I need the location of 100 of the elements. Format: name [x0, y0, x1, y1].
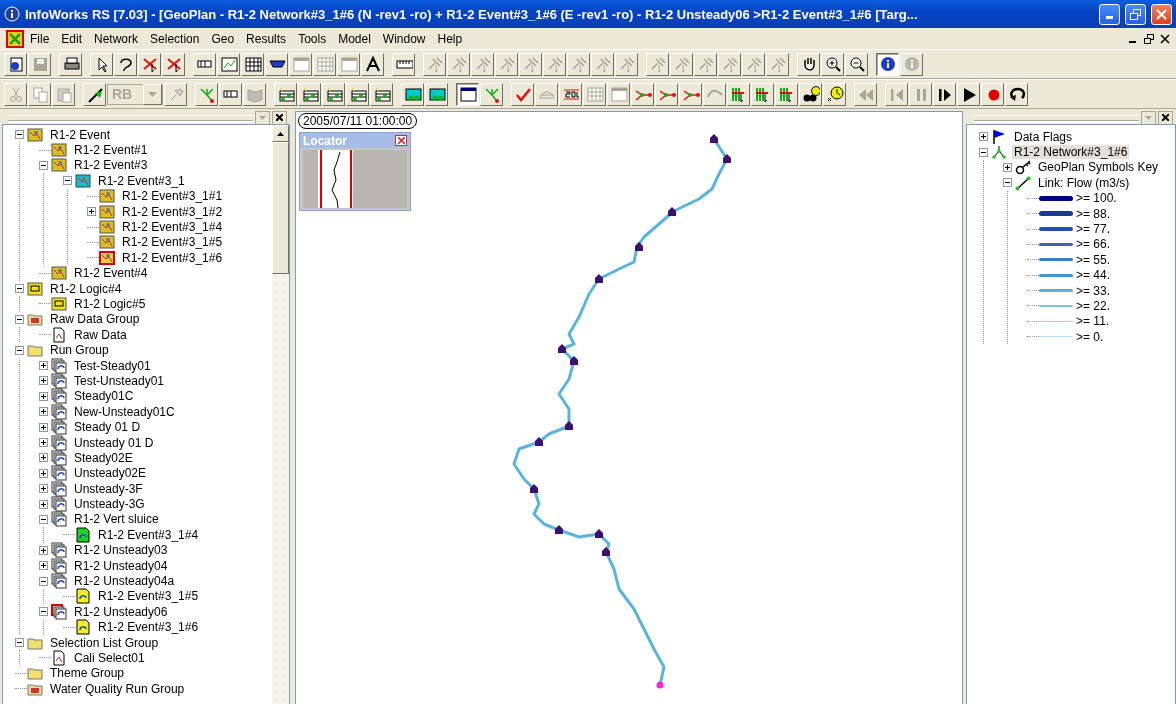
legend-item[interactable]: >= 88.: [1074, 206, 1113, 221]
collapse-icon[interactable]: [979, 147, 988, 157]
expand-icon[interactable]: [1003, 162, 1012, 172]
tree-item[interactable]: R1-2 Logic#4: [48, 281, 124, 296]
menu-item[interactable]: Tools: [292, 31, 333, 47]
tree-item[interactable]: Raw Data Group: [48, 312, 142, 327]
toolbar-button[interactable]: [876, 52, 899, 76]
tree-item[interactable]: Steady 01 D: [72, 420, 143, 435]
expand-icon[interactable]: [39, 422, 48, 432]
node-icon[interactable]: [565, 421, 573, 430]
tree-item[interactable]: R1-2 Unsteady04a: [72, 574, 177, 588]
expand-icon[interactable]: [39, 545, 48, 555]
tree-item[interactable]: R1-2 Logic#5: [72, 297, 148, 311]
legend-item[interactable]: >= 55.: [1074, 252, 1113, 267]
collapse-icon[interactable]: [39, 607, 48, 617]
collapse-icon[interactable]: [39, 514, 48, 524]
node-icon[interactable]: [710, 134, 718, 143]
node-icon[interactable]: [595, 529, 603, 538]
collapse-icon[interactable]: [15, 638, 24, 648]
menu-item[interactable]: Edit: [55, 31, 89, 47]
tree-item[interactable]: R1-2 Event#3: [72, 158, 150, 173]
close-icon[interactable]: [1160, 34, 1170, 44]
node-icon[interactable]: [558, 344, 566, 353]
legend-item[interactable]: Data Flags: [1012, 129, 1075, 144]
collapse-icon[interactable]: [1003, 178, 1012, 188]
tree-item[interactable]: Raw Data: [72, 327, 129, 342]
legend-item[interactable]: >= 11.: [1074, 314, 1112, 329]
minimize-button[interactable]: [1099, 3, 1120, 25]
menu-item[interactable]: Selection: [144, 31, 206, 47]
legend-item[interactable]: R1-2 Network#3_1#6: [1012, 145, 1130, 160]
legend-item[interactable]: >= 0.: [1074, 329, 1106, 344]
restore-icon[interactable]: [1144, 34, 1154, 44]
scroll-thumb[interactable]: [272, 142, 289, 274]
legend-item[interactable]: GeoPlan Symbols Key: [1036, 160, 1161, 175]
tree-item[interactable]: R1-2 Unsteady06: [72, 604, 170, 619]
collapse-icon[interactable]: [39, 576, 48, 586]
legend-item[interactable]: Link: Flow (m3/s): [1036, 175, 1132, 190]
collapse-icon[interactable]: [39, 160, 48, 170]
tree-item[interactable]: Selection List Group: [48, 635, 161, 650]
tree-item[interactable]: Steady01C: [72, 389, 136, 404]
expand-icon[interactable]: [39, 361, 48, 371]
legend-item[interactable]: >= 77.: [1074, 222, 1113, 237]
legend-item[interactable]: >= 44.: [1074, 268, 1113, 283]
legend-item[interactable]: >= 66.: [1074, 237, 1113, 252]
tree-item[interactable]: R1-2 Vert sluice: [72, 512, 161, 527]
expand-icon[interactable]: [39, 438, 48, 447]
tree-item[interactable]: R1-2 Event#3_1#2: [120, 204, 225, 219]
legend-item[interactable]: >= 100.: [1074, 191, 1119, 206]
expand-icon[interactable]: [39, 561, 48, 571]
tree-item[interactable]: Test-Steady01: [72, 358, 153, 373]
tree-item[interactable]: Unsteady-3F: [72, 481, 145, 496]
menu-item[interactable]: Network: [88, 31, 145, 47]
toolbar-button[interactable]: [456, 82, 479, 106]
scrollbar[interactable]: [272, 125, 289, 704]
node-icon[interactable]: [668, 207, 676, 216]
collapse-icon[interactable]: [15, 345, 24, 355]
tree-item[interactable]: R1-2 Event#3_1: [96, 173, 187, 188]
node-icon[interactable]: [635, 242, 643, 251]
tree-item[interactable]: Run Group: [48, 343, 111, 358]
tree-item[interactable]: R1-2 Event#3_1#1: [120, 189, 225, 204]
menu-item[interactable]: Model: [332, 31, 377, 47]
expand-icon[interactable]: [39, 376, 48, 386]
tree-item[interactable]: R1-2 Event#3_1#5: [96, 589, 201, 604]
collapse-icon[interactable]: [15, 314, 24, 324]
tree-item[interactable]: Cali Select01: [72, 650, 147, 665]
restore-button[interactable]: [1125, 3, 1146, 25]
tree-item[interactable]: R1-2 Event#3_1#6: [96, 620, 201, 635]
tree-item[interactable]: R1-2 Event#3_1#4: [120, 220, 225, 235]
tree-item[interactable]: Unsteady02E: [72, 466, 149, 481]
menu-item[interactable]: Window: [376, 31, 432, 47]
tree-item[interactable]: R1-2 Event#3_1#5: [120, 235, 225, 250]
tree-item[interactable]: Test-Unsteady01: [72, 373, 167, 388]
tree-item[interactable]: R1-2 Unsteady03: [72, 543, 170, 558]
menu-item[interactable]: Help: [431, 31, 469, 47]
node-icon[interactable]: [656, 681, 664, 689]
tree-item[interactable]: R1-2 Event#3_1#4: [96, 527, 201, 542]
tree-item[interactable]: R1-2 Unsteady04: [72, 558, 170, 573]
expand-icon[interactable]: [87, 207, 96, 217]
legend-item[interactable]: >= 33.: [1074, 283, 1113, 298]
expand-icon[interactable]: [39, 453, 48, 463]
tree-item[interactable]: Unsteady-3G: [72, 497, 147, 512]
collapse-icon[interactable]: [15, 284, 24, 294]
tree-item[interactable]: Unsteady 01 D: [72, 435, 156, 450]
node-icon[interactable]: [595, 274, 603, 283]
tree-item[interactable]: R1-2 Event#3_1#6: [120, 250, 225, 265]
tree-item[interactable]: Water Quality Run Group: [48, 681, 187, 696]
expand-icon[interactable]: [39, 407, 48, 417]
node-icon[interactable]: [570, 356, 578, 365]
panel-grip[interactable]: [974, 114, 1139, 121]
node-icon[interactable]: [535, 437, 543, 446]
menu-item[interactable]: Geo: [205, 31, 241, 47]
tree-item[interactable]: Theme Group: [48, 666, 127, 681]
close-button[interactable]: [1158, 110, 1173, 125]
node-icon[interactable]: [602, 547, 610, 556]
menu-item[interactable]: File: [24, 31, 56, 47]
node-icon[interactable]: [530, 484, 538, 493]
map-view[interactable]: 2005/07/11 01:00:00 Locator: [295, 111, 963, 704]
expand-icon[interactable]: [39, 468, 48, 478]
collapse-icon[interactable]: [15, 130, 24, 140]
legend-item[interactable]: >= 22.: [1074, 299, 1113, 313]
